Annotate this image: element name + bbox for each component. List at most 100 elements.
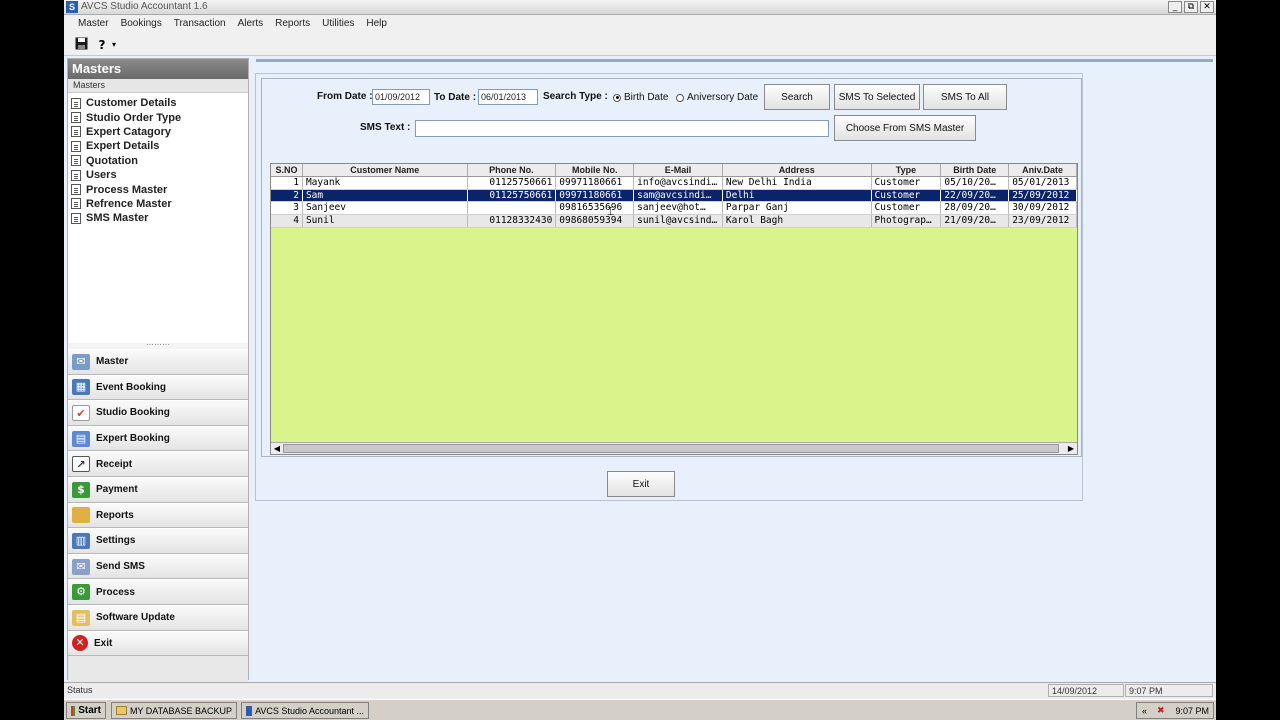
- nav-payment-button[interactable]: $ Payment: [68, 476, 248, 503]
- cell-customer-name: Mayank: [303, 177, 468, 189]
- col-customer-name[interactable]: Customer Name: [303, 164, 468, 176]
- help-icon[interactable]: ?: [94, 37, 110, 53]
- masters-item-sms-master[interactable]: SMS Master: [68, 211, 248, 225]
- nav-exit-button[interactable]: ✕ Exit: [68, 630, 248, 657]
- table-row[interactable]: 4 Sunil 01128332430 09868059394 sunil@av…: [271, 215, 1077, 228]
- sms-text-input[interactable]: [415, 120, 829, 137]
- cell-email: sam@avcsindi…: [634, 189, 723, 202]
- customer-grid: S.NO Customer Name Phone No. Mobile No. …: [270, 163, 1078, 455]
- menu-transaction[interactable]: Transaction: [168, 16, 232, 34]
- from-date-field[interactable]: 01/09/2012: [372, 89, 430, 105]
- menu-reports[interactable]: Reports: [269, 16, 316, 34]
- nav-process-button[interactable]: ⚙ Process: [68, 579, 248, 605]
- nav-receipt-button[interactable]: ↗ Receipt: [68, 451, 248, 477]
- table-row[interactable]: 3 Sanjeev 09816535696 sanjeev@hot… Parpa…: [271, 202, 1077, 216]
- cell-email: sunil@avcsind…: [634, 215, 723, 227]
- close-button[interactable]: ✕: [1200, 1, 1214, 13]
- menu-utilities[interactable]: Utilities: [316, 16, 360, 34]
- menu-master[interactable]: Master: [72, 16, 115, 34]
- exit-button[interactable]: Exit: [607, 471, 675, 497]
- col-birth-date[interactable]: Birth Date: [941, 164, 1010, 176]
- cell-phone: 01125750661: [468, 177, 557, 189]
- scroll-left-icon[interactable]: ◀: [271, 443, 283, 454]
- sms-to-selected-button[interactable]: SMS To Selected: [834, 84, 920, 110]
- scroll-right-icon[interactable]: ▶: [1065, 443, 1077, 454]
- sms-to-all-button[interactable]: SMS To All: [923, 84, 1007, 110]
- cell-aniv-date: 23/09/2012: [1009, 215, 1077, 227]
- radio-selected-icon: [613, 93, 621, 102]
- taskbar-item-database-backup[interactable]: MY DATABASE BACKUP: [111, 702, 237, 719]
- cell-birth-date: 22/09/20…: [941, 189, 1010, 202]
- scroll-thumb[interactable]: [283, 444, 1059, 453]
- col-type[interactable]: Type: [872, 164, 942, 176]
- col-phone[interactable]: Phone No.: [468, 164, 557, 176]
- nav-event-booking-button[interactable]: ▦ Event Booking: [68, 374, 248, 401]
- master-icon: ✉: [72, 353, 90, 370]
- cell-mobile: 09816535696: [556, 202, 635, 215]
- nav-reports-button[interactable]: Reports: [68, 502, 248, 529]
- nav-empty-area: [68, 656, 248, 683]
- cell-aniv-date: 05/01/2013: [1009, 177, 1077, 189]
- col-sno[interactable]: S.NO: [271, 164, 303, 176]
- main-content: From Date : 01/09/2012 To Date : 06/01/2…: [252, 58, 1216, 680]
- floppy-disk-icon[interactable]: [73, 37, 89, 53]
- to-date-field[interactable]: 06/01/2013: [478, 89, 538, 105]
- col-email[interactable]: E-Mail: [634, 164, 723, 176]
- col-address[interactable]: Address: [723, 164, 872, 176]
- nav-master-button[interactable]: ✉ Master: [68, 349, 248, 375]
- outer-frame: From Date : 01/09/2012 To Date : 06/01/2…: [255, 73, 1083, 501]
- birth-date-radio[interactable]: Birth Date: [613, 92, 668, 103]
- nav-software-update-button[interactable]: ▤ Software Update: [68, 604, 248, 631]
- cell-sno: 4: [271, 215, 303, 227]
- col-mobile[interactable]: Mobile No.: [556, 164, 635, 176]
- app-screen: S AVCS Studio Accountant 1.6 _ ⧉ ✕ Maste…: [64, 0, 1216, 720]
- table-row-selected[interactable]: 2 Sam 01125750661 09971180661 sam@avcsin…: [271, 189, 1077, 203]
- cell-phone: [468, 202, 557, 215]
- masters-item-expert-catagory[interactable]: Expert Catagory: [68, 125, 248, 139]
- nav-settings-button[interactable]: ▥ Settings: [68, 528, 248, 554]
- cell-customer-name: Sunil: [303, 215, 468, 227]
- nav-send-sms-button[interactable]: ✉ Send SMS: [68, 553, 248, 580]
- aniversory-date-radio[interactable]: Aniversory Date: [676, 92, 758, 103]
- masters-item-studio-order-type[interactable]: Studio Order Type: [68, 110, 248, 124]
- choose-from-sms-master-button[interactable]: Choose From SMS Master: [834, 115, 976, 141]
- start-button[interactable]: Start: [66, 702, 106, 719]
- masters-item-quotation[interactable]: Quotation: [68, 154, 248, 168]
- search-button[interactable]: Search: [764, 84, 830, 110]
- menu-alerts[interactable]: Alerts: [232, 16, 270, 34]
- calendar-icon: ▦: [72, 379, 90, 396]
- restore-button[interactable]: ⧉: [1184, 1, 1198, 13]
- minimize-button[interactable]: _: [1168, 1, 1182, 13]
- col-aniv-date[interactable]: Aniv.Date: [1009, 164, 1077, 176]
- cell-email: info@avcsindi…: [634, 177, 723, 189]
- nav-expert-booking-button[interactable]: ▤ Expert Booking: [68, 425, 248, 452]
- nav-studio-booking-button[interactable]: ✔ Studio Booking: [68, 400, 248, 426]
- cell-type: Photograp…: [872, 215, 942, 227]
- table-row[interactable]: 1 Mayank 01125750661 09971180661 info@av…: [271, 177, 1077, 190]
- document-icon: [71, 112, 81, 124]
- masters-item-customer-details[interactable]: Customer Details: [68, 96, 248, 110]
- masters-item-process-master[interactable]: Process Master: [68, 182, 248, 196]
- network-alert-icon[interactable]: ✖: [1157, 706, 1165, 716]
- sms-icon: ✉: [72, 558, 90, 575]
- masters-item-expert-details[interactable]: Expert Details: [68, 139, 248, 153]
- toolbar: ? ▾: [64, 34, 1216, 56]
- tray-expand-icon[interactable]: «: [1142, 706, 1147, 716]
- from-date-label: From Date :: [317, 91, 373, 102]
- horizontal-scrollbar[interactable]: ◀ ▶: [271, 442, 1077, 454]
- folder-icon: [72, 507, 90, 524]
- menu-bookings[interactable]: Bookings: [115, 16, 168, 34]
- taskbar-item-avcs[interactable]: AVCS Studio Accountant ...: [241, 702, 369, 719]
- expert-icon: ▤: [72, 430, 90, 447]
- document-icon: [71, 126, 81, 138]
- menu-help[interactable]: Help: [360, 16, 393, 34]
- toolbar-overflow-icon[interactable]: ▾: [110, 37, 118, 53]
- search-type-label: Search Type :: [543, 91, 608, 102]
- document-icon: [71, 97, 81, 109]
- masters-item-refrence-master[interactable]: Refrence Master: [68, 197, 248, 211]
- masters-item-users[interactable]: Users: [68, 168, 248, 182]
- to-date-label: To Date :: [434, 92, 477, 103]
- menu-bar: Master Bookings Transaction Alerts Repor…: [64, 16, 1216, 34]
- cell-mobile: 09971180661: [556, 189, 635, 202]
- status-bar: Status 14/09/2012 9:07 PM: [64, 682, 1216, 698]
